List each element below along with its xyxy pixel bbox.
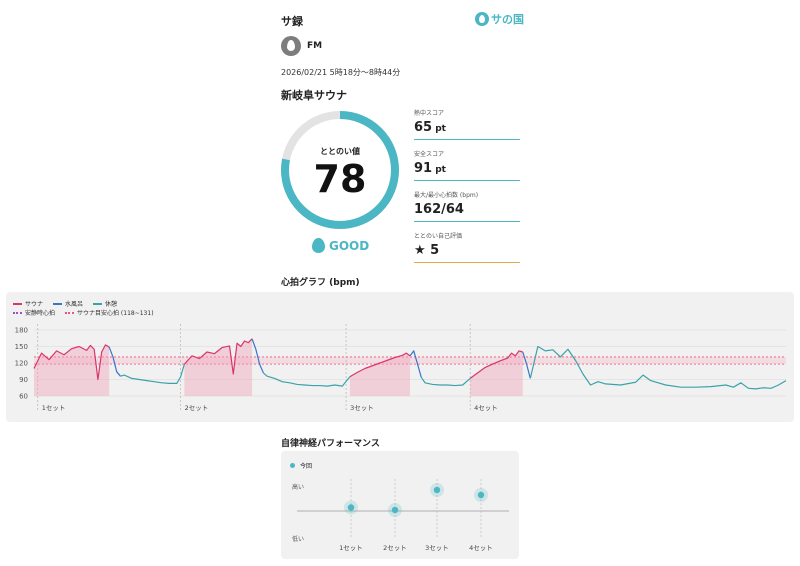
user-name: FM (307, 41, 323, 51)
series-line (251, 338, 264, 374)
y-tick-label: 120 (15, 360, 28, 368)
sauna-area (184, 338, 253, 396)
drop-icon (312, 238, 325, 253)
avatar[interactable] (281, 36, 301, 56)
heart-chart-title: 心拍グラフ (bpm) (281, 278, 360, 288)
y-tick-label: 150 (15, 343, 28, 351)
divider (414, 262, 520, 263)
category-label: 4セット (469, 544, 493, 552)
grade-text: GOOD (329, 238, 370, 253)
category-label: 3セット (425, 544, 449, 552)
set-label: 1セット (42, 404, 66, 412)
stat-value: 65 pt (414, 120, 446, 135)
stat-value: 162/64 (414, 202, 464, 217)
data-point (391, 506, 399, 514)
stat-heart-rate: 最大/最小心拍数 (bpm) 162/64 (414, 190, 520, 222)
data-point (347, 504, 355, 511)
facility-name: 新岐阜サウナ (281, 89, 347, 102)
score-value: 78 (313, 157, 367, 201)
session-datetime: 2026/02/21 5時18分〜8時44分 (281, 68, 401, 77)
stat-value: 91 pt (414, 161, 446, 176)
brand-name: サの国 (491, 13, 524, 26)
set-label: 2セット (185, 404, 209, 412)
sauna-area (34, 344, 110, 396)
series-line (529, 345, 787, 390)
page-title: サ録 (281, 15, 303, 28)
ans-chart: 1セット 2セット 3セット 4セット (297, 479, 509, 552)
score-label: ととのい値 (320, 147, 360, 156)
series-line (522, 351, 531, 379)
stat-heat-score: 熱中スコア 65 pt (414, 108, 520, 140)
series-line (120, 363, 185, 384)
stat-value: ★ 5 (414, 243, 440, 258)
stat-safety-score: 安全スコア 91 pt (414, 149, 520, 181)
divider (414, 139, 520, 140)
divider (414, 221, 520, 222)
set-label: 3セット (350, 404, 374, 412)
stat-label: ととのい自己評価 (414, 233, 462, 240)
drop-icon (475, 12, 489, 26)
divider (414, 180, 520, 181)
data-point (477, 491, 485, 499)
stat-label: 安全スコア (414, 151, 445, 158)
y-tick-label: 60 (19, 393, 28, 401)
ans-chart-title: 自律神経パフォーマンス (281, 439, 380, 449)
stat-self-eval: ととのい自己評価 ★ 5 (414, 231, 520, 263)
data-point (433, 486, 441, 494)
category-label: 1セット (339, 544, 363, 552)
set-label: 4セット (474, 404, 498, 412)
brand-logo[interactable]: サの国 (475, 11, 524, 27)
y-tick-label: 90 (19, 376, 28, 384)
y-tick-label: 180 (15, 327, 28, 335)
stat-label: 最大/最小心拍数 (bpm) (414, 192, 479, 199)
stat-label: 熱中スコア (414, 110, 445, 117)
series-line (420, 376, 471, 387)
category-label: 2セット (383, 544, 407, 552)
heart-rate-chart: 180 150 120 90 60 1セット 2セット 3セット 4セット (15, 324, 787, 412)
grade-badge: GOOD (312, 238, 369, 253)
user-info[interactable]: FM (281, 36, 322, 56)
